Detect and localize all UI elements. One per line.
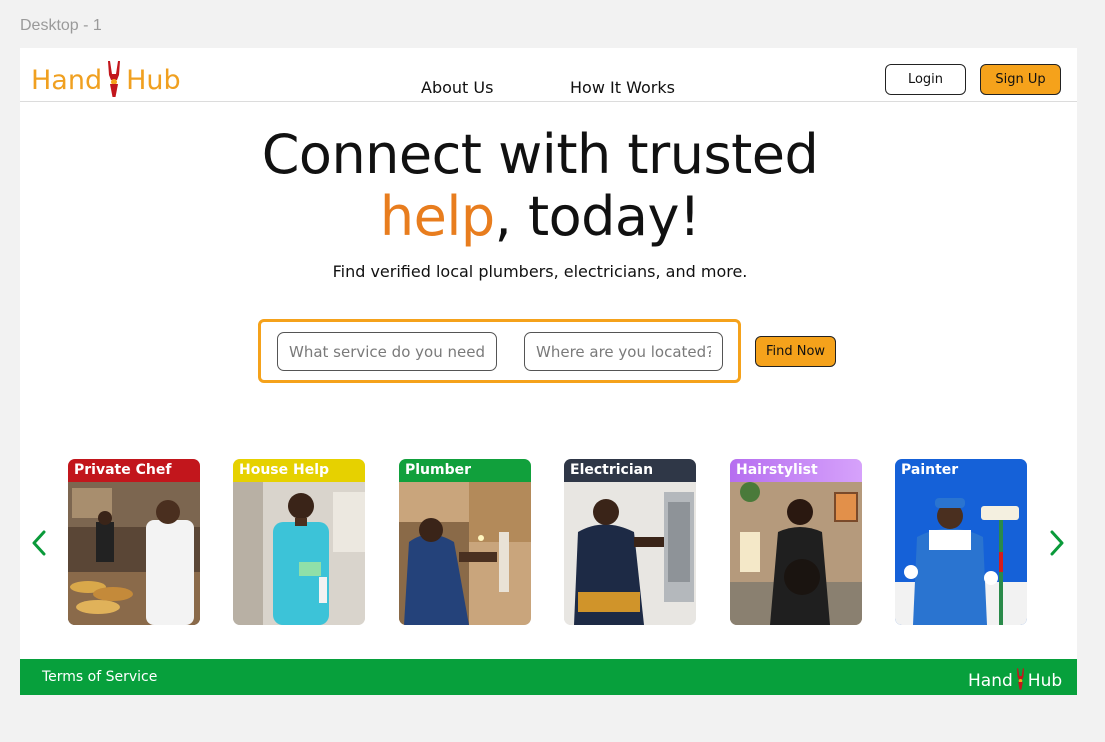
card-label: Plumber bbox=[399, 459, 531, 482]
card-label: Painter bbox=[895, 459, 1027, 482]
footer: Terms of Service Hand Hub bbox=[20, 659, 1077, 695]
page: Hand Hub About Us How It Works Login Sig… bbox=[20, 48, 1077, 695]
logo-text-left: Hand bbox=[31, 65, 103, 96]
hero-subtitle: Find verified local plumbers, electricia… bbox=[332, 262, 748, 281]
chevron-right-icon[interactable] bbox=[1045, 528, 1069, 558]
house-help-photo bbox=[233, 482, 365, 625]
service-card-private-chef[interactable]: Private Chef bbox=[68, 459, 200, 625]
sign-up-button[interactable]: Sign Up bbox=[980, 64, 1061, 95]
hairstylist-photo bbox=[730, 482, 862, 625]
footer-logo-text-right: Hub bbox=[1027, 671, 1063, 691]
card-label: Private Chef bbox=[68, 459, 200, 482]
card-label: Hairstylist bbox=[730, 459, 862, 482]
frame-label: Desktop - 1 bbox=[20, 17, 102, 34]
footer-logo-text-left: Hand bbox=[968, 671, 1013, 691]
nav-about-us[interactable]: About Us bbox=[421, 78, 493, 97]
find-now-button[interactable]: Find Now bbox=[755, 336, 836, 367]
search-box bbox=[258, 319, 741, 383]
chef-photo bbox=[68, 482, 200, 625]
service-card-electrician[interactable]: Electrician bbox=[564, 459, 696, 625]
service-card-painter[interactable]: Painter bbox=[895, 459, 1027, 625]
header: Hand Hub About Us How It Works Login Sig… bbox=[20, 48, 1077, 102]
hero-title-line1: Connect with trusted bbox=[261, 123, 819, 186]
hero-title-rest: , today! bbox=[494, 185, 701, 248]
logo-text-right: Hub bbox=[126, 65, 181, 96]
hero-title-accent: help bbox=[379, 185, 495, 248]
plumber-photo bbox=[399, 482, 531, 625]
footer-logo[interactable]: Hand Hub bbox=[968, 663, 1062, 691]
painter-photo bbox=[895, 482, 1027, 625]
logo[interactable]: Hand Hub bbox=[31, 54, 181, 98]
electrician-photo bbox=[564, 482, 696, 625]
pliers-icon bbox=[1014, 667, 1027, 691]
location-search-input[interactable] bbox=[524, 332, 723, 371]
service-card-hairstylist[interactable]: Hairstylist bbox=[730, 459, 862, 625]
card-label: House Help bbox=[233, 459, 365, 482]
nav-how-it-works[interactable]: How It Works bbox=[570, 78, 675, 97]
login-button[interactable]: Login bbox=[885, 64, 966, 95]
card-label: Electrician bbox=[564, 459, 696, 482]
service-card-house-help[interactable]: House Help bbox=[233, 459, 365, 625]
service-search-input[interactable] bbox=[277, 332, 497, 371]
chevron-left-icon[interactable] bbox=[27, 528, 51, 558]
service-card-plumber[interactable]: Plumber bbox=[399, 459, 531, 625]
terms-of-service-link[interactable]: Terms of Service bbox=[42, 669, 157, 685]
hero-title: Connect with trusted help, today! bbox=[20, 124, 1060, 248]
pliers-icon bbox=[103, 60, 125, 98]
